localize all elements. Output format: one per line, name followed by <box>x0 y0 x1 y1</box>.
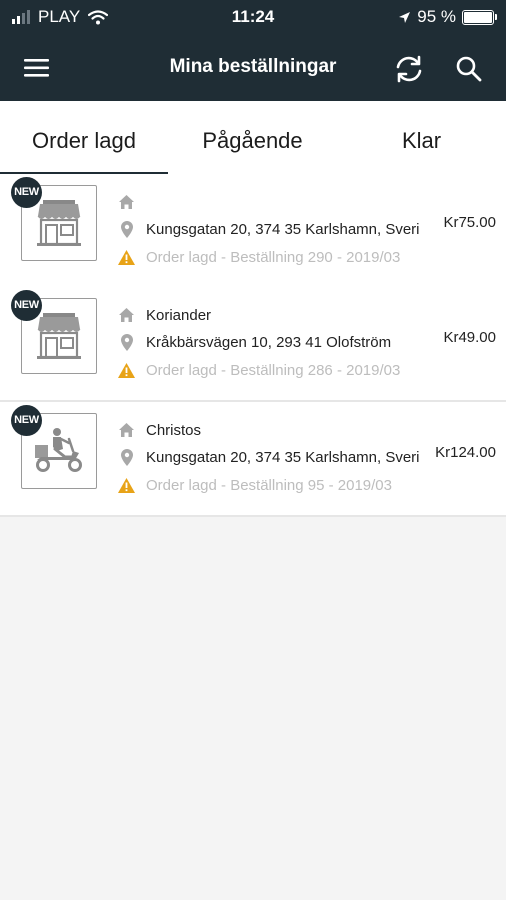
new-badge: NEW <box>11 405 42 436</box>
menu-button[interactable] <box>24 56 52 80</box>
delivery-scooter-icon <box>35 428 82 472</box>
delivery-address: Kungsgatan 20, 374 35 Karlshamn, Sverige <box>146 220 420 238</box>
battery-icon <box>462 9 497 25</box>
battery-percent: 95 % <box>417 7 456 26</box>
location-pin-icon <box>118 333 135 351</box>
order-price: Kr124.00 <box>435 444 496 461</box>
status-row: Order lagd - Beställning 286 - 2019/03 <box>118 358 420 382</box>
new-badge: NEW <box>11 290 42 321</box>
order-card[interactable]: NEW Christos Kungsgatan 20, 374 35 Karls… <box>0 402 506 517</box>
order-price: Kr49.00 <box>443 329 496 346</box>
home-icon <box>118 194 135 211</box>
home-icon <box>118 422 135 439</box>
search-button[interactable] <box>455 55 483 83</box>
home-icon <box>118 307 135 324</box>
order-status: Order lagd - Beställning 290 - 2019/03 <box>146 248 401 266</box>
location-arrow-icon <box>399 11 411 23</box>
top-bar: PLAY 11:24 95 % Mina beställningar <box>0 0 506 101</box>
restaurant-name: Christos <box>146 421 202 439</box>
address-row: Kungsgatan 20, 374 35 Karlshamn, Sverige <box>118 445 420 469</box>
address-row: Kråkbärsvägen 10, 293 41 Olofström <box>118 330 420 354</box>
warning-icon <box>118 249 135 266</box>
address-row: Kungsgatan 20, 374 35 Karlshamn, Sverige <box>118 217 420 241</box>
status-bar: PLAY 11:24 95 % <box>0 0 506 34</box>
storefront-icon <box>37 200 81 246</box>
page-title: Mina beställningar <box>169 56 337 77</box>
tab-label: Pågående <box>202 128 303 153</box>
order-status: Order lagd - Beställning 95 - 2019/03 <box>146 476 392 494</box>
order-price: Kr75.00 <box>443 214 496 231</box>
order-card[interactable]: NEW Koriander Kråkbärsvägen 10, 293 41 O… <box>0 287 506 402</box>
search-icon <box>456 56 482 82</box>
tab-label: Klar <box>401 128 442 153</box>
delivery-address: Kungsgatan 20, 374 35 Karlshamn, Sverige <box>146 448 420 466</box>
restaurant-name: Koriander <box>146 306 212 324</box>
battery-fill <box>464 11 492 23</box>
delivery-address: Kråkbärsvägen 10, 293 41 Olofström <box>146 333 392 351</box>
location-pin-icon <box>118 220 135 238</box>
refresh-icon <box>396 55 422 83</box>
restaurant-row <box>118 190 420 214</box>
location-pin-icon <box>118 448 135 466</box>
status-row: Order lagd - Beställning 290 - 2019/03 <box>118 245 420 269</box>
tab-pagaende[interactable]: Pågående <box>168 101 337 174</box>
storefront-icon <box>37 313 81 359</box>
nav-bar: Mina beställningar <box>0 34 506 101</box>
warning-icon <box>118 477 135 494</box>
restaurant-row: Christos <box>118 418 420 442</box>
order-tabs: Order lagd Pågående Klar <box>0 101 506 175</box>
status-row: Order lagd - Beställning 95 - 2019/03 <box>118 473 420 497</box>
restaurant-row: Koriander <box>118 303 420 327</box>
status-right: 95 % <box>398 7 497 27</box>
refresh-button[interactable] <box>392 54 426 84</box>
order-status: Order lagd - Beställning 286 - 2019/03 <box>146 361 401 379</box>
tab-label: Order lagd <box>32 128 136 153</box>
tab-klar[interactable]: Klar <box>337 101 506 174</box>
order-card[interactable]: NEW Kungsgatan 20, 374 35 Karlshamn, Sve… <box>0 174 506 289</box>
new-badge: NEW <box>11 177 42 208</box>
warning-icon <box>118 362 135 379</box>
tab-order-lagd[interactable]: Order lagd <box>0 101 168 175</box>
hamburger-menu-icon <box>24 59 49 77</box>
